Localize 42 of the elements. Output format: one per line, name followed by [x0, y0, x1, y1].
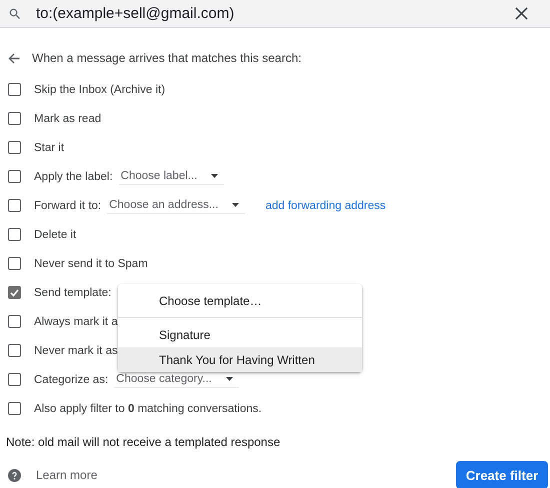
checkbox[interactable]: [8, 141, 21, 154]
option-label: Categorize as:: [34, 374, 108, 386]
option-label: Delete it: [34, 228, 76, 240]
checkbox[interactable]: [8, 199, 21, 212]
option-label: Never mark it as: [34, 344, 118, 356]
search-field[interactable]: to:(example+sell@gmail.com): [0, 0, 550, 28]
checkbox[interactable]: [8, 228, 21, 241]
checkbox[interactable]: [8, 257, 21, 270]
option-label: Apply the label:: [34, 170, 113, 182]
option-label: Forward it to:: [34, 200, 102, 212]
option-label: Mark as read: [34, 112, 102, 124]
dropdown[interactable]: Choose an address...: [107, 197, 246, 214]
note-text: Note: old mail will not receive a templated response: [5, 435, 282, 449]
checkbox[interactable]: [8, 112, 21, 125]
option-label: Never send it to Spam: [34, 258, 148, 270]
option-label: Star it: [34, 142, 64, 154]
option-label: Skip the Inbox (Archive it): [34, 84, 166, 96]
checkbox[interactable]: [8, 286, 21, 299]
checkbox[interactable]: [8, 315, 21, 328]
learn-more-link[interactable]: Learn more: [36, 468, 98, 482]
help-icon[interactable]: [8, 468, 21, 482]
dropdown[interactable]: Choose label...: [118, 168, 224, 185]
create-filter-button[interactable]: Create filter: [456, 461, 548, 488]
checkbox[interactable]: [8, 402, 21, 415]
filter-heading: When a message arrives that matches this search:: [32, 51, 302, 65]
checkbox[interactable]: [8, 373, 21, 386]
caret-icon: [226, 377, 233, 381]
option-label: Always mark it a: [34, 316, 118, 328]
search-icon: [8, 7, 22, 21]
back-arrow-icon[interactable]: [8, 52, 20, 64]
checkbox[interactable]: [8, 344, 21, 357]
caret-icon: [211, 174, 218, 178]
checkbox[interactable]: [8, 170, 21, 183]
close-icon[interactable]: [515, 7, 528, 20]
menu-item[interactable]: Signature: [118, 322, 362, 347]
option-label: Also apply filter to 0 matching conversations.: [34, 402, 262, 414]
option-label: Send template:: [34, 286, 112, 298]
forwarding-link[interactable]: add forwarding address: [265, 200, 386, 212]
menu-item[interactable]: Choose template…: [118, 288, 362, 313]
caret-icon: [232, 203, 240, 207]
checkbox[interactable]: [8, 83, 21, 96]
menu-item[interactable]: Thank You for Having Written: [118, 347, 362, 372]
